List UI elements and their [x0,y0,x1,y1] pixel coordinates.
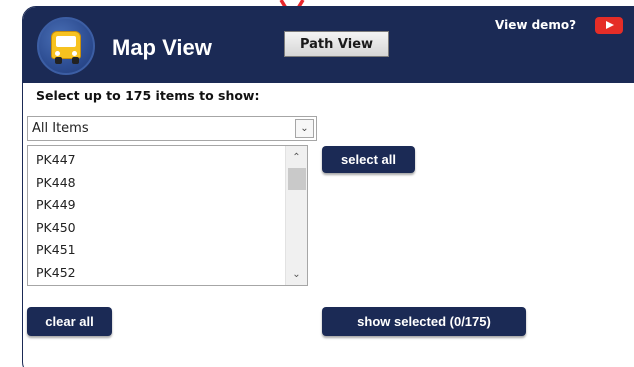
item-filter-select[interactable]: All Items ⌄ [27,116,317,141]
list-item[interactable]: PK452 [28,262,286,285]
chevron-down-icon[interactable]: ⌄ [286,265,307,283]
scroll-thumb[interactable] [288,168,306,190]
list-item[interactable]: PK450 [28,217,286,240]
list-item[interactable]: PK451 [28,239,286,262]
clear-all-button[interactable]: clear all [27,307,112,336]
chevron-up-icon[interactable]: ⌃ [286,148,307,166]
listbox-scrollbar[interactable]: ⌃ ⌄ [285,146,307,285]
path-view-button[interactable]: Path View [284,31,389,57]
chevron-down-icon[interactable]: ⌄ [295,119,314,138]
item-listbox[interactable]: PK447 PK448 PK449 PK450 PK451 PK452 ⌃ ⌄ [27,145,308,286]
selection-instructions: Select up to 175 items to show: [36,88,260,103]
list-item[interactable]: PK448 [28,172,286,195]
list-item[interactable]: PK447 [28,149,286,172]
dropdown-value: All Items [32,121,89,136]
show-selected-button[interactable]: show selected (0/175) [322,307,526,336]
list-item[interactable]: PK449 [28,194,286,217]
panel-header: Map View Path View View demo? [23,7,634,83]
page-title: Map View [112,35,212,60]
view-demo-link[interactable]: View demo? [495,18,576,32]
youtube-play-icon[interactable] [595,17,623,34]
bus-icon [37,17,95,75]
select-all-button[interactable]: select all [322,146,415,173]
